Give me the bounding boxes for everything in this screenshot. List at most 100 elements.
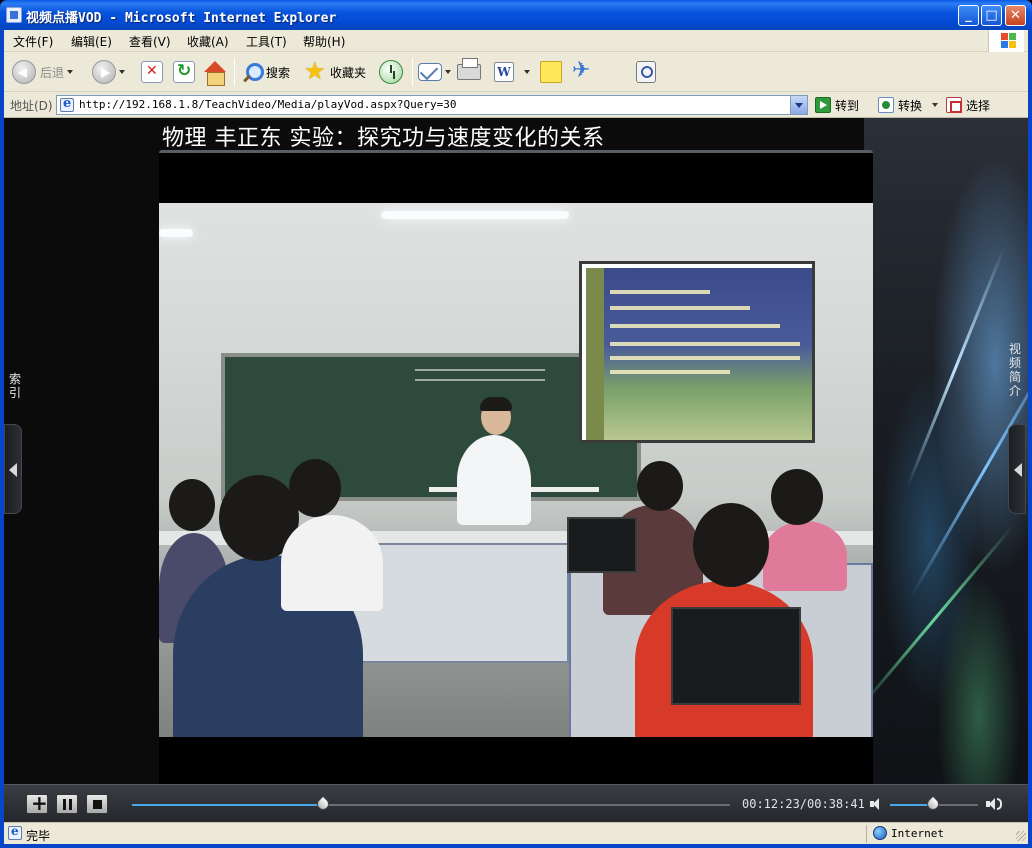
address-label: 地址(D) [10, 99, 53, 113]
search-button[interactable]: 搜索 [240, 58, 290, 86]
history-icon [379, 60, 403, 84]
edit-button[interactable]: W [494, 58, 530, 86]
bird-icon [572, 58, 596, 84]
address-url[interactable]: http://192.168.1.8/TeachVideo/Media/play… [79, 98, 457, 111]
research-icon [636, 61, 656, 83]
search-icon [240, 61, 264, 83]
address-input[interactable]: http://192.168.1.8/TeachVideo/Media/play… [56, 95, 808, 115]
convert-dropdown-icon[interactable] [932, 103, 939, 107]
seek-bar[interactable] [132, 795, 730, 813]
mute-speaker-icon[interactable] [870, 797, 884, 811]
word-edit-icon: W [494, 62, 514, 82]
video-title: 物理 丰正东 实验：探究功与速度变化的关系 [162, 126, 605, 151]
notes-button[interactable] [540, 58, 562, 86]
favorites-star-icon [304, 57, 326, 85]
status-text: 完毕 [26, 829, 51, 843]
favorites-button[interactable]: 收藏夹 [304, 57, 367, 86]
printer-icon [457, 58, 481, 80]
menu-help[interactable]: 帮助(H) [303, 33, 345, 50]
mail-dropdown-icon[interactable] [445, 70, 451, 74]
address-bar: 地址(D) http://192.168.1.8/TeachVideo/Medi… [4, 92, 1028, 118]
forward-arrow-icon [92, 60, 116, 84]
volume-max-icon[interactable] [986, 797, 1002, 811]
menu-file[interactable]: 文件(F) [13, 33, 53, 50]
maximize-button[interactable]: □ [981, 5, 1002, 26]
index-tab[interactable] [4, 424, 22, 514]
back-arrow-icon [12, 60, 36, 84]
sticky-note-icon [540, 61, 562, 83]
resize-grip-icon[interactable] [1016, 831, 1026, 841]
select-button[interactable]: 选择 [946, 96, 990, 114]
menu-edit[interactable]: 编辑(E) [71, 33, 112, 50]
index-tab-label: 索引 [8, 372, 21, 400]
stop-icon [141, 61, 163, 83]
chevron-left-icon [9, 463, 17, 477]
time-display: 00:12:23/00:38:41 [742, 797, 865, 811]
ie-page-icon [60, 96, 74, 112]
add-button[interactable] [26, 791, 48, 815]
back-dropdown-icon[interactable] [67, 70, 74, 74]
video-player[interactable] [159, 150, 873, 784]
forward-dropdown-icon[interactable] [119, 70, 125, 74]
status-bar: 完毕 Internet [4, 822, 1028, 844]
address-dropdown-icon[interactable] [790, 96, 807, 114]
page-content: 物理 丰正东 实验：探究功与速度变化的关系 索引 视频简介 + 00:12:23… [4, 118, 1028, 822]
toolbar-separator [412, 58, 413, 86]
security-zone: Internet [866, 825, 1024, 843]
seek-progress [132, 804, 324, 806]
favorites-label: 收藏夹 [330, 65, 367, 80]
window-frame-right [1028, 30, 1032, 848]
globe-icon [873, 826, 887, 840]
back-button[interactable]: 后退 [12, 58, 74, 86]
ie-page-icon [6, 7, 22, 23]
messenger-button[interactable] [572, 58, 596, 86]
chevron-left-icon [1014, 463, 1022, 477]
volume-slider[interactable] [890, 795, 978, 813]
stop-button[interactable] [141, 58, 163, 86]
select-icon [946, 97, 962, 113]
projector-screen [579, 261, 815, 443]
go-button[interactable]: 转到 [815, 96, 859, 114]
refresh-button[interactable] [173, 58, 195, 86]
convert-label: 转换 [898, 98, 923, 113]
go-arrow-icon [815, 97, 831, 113]
select-label: 选择 [966, 98, 991, 113]
menu-view[interactable]: 查看(V) [129, 33, 171, 50]
minimize-button[interactable]: _ [958, 5, 979, 26]
stop-playback-button[interactable] [86, 794, 108, 814]
convert-icon [878, 97, 894, 113]
video-frame[interactable] [159, 203, 873, 737]
close-button[interactable]: ✕ [1005, 5, 1026, 26]
standard-toolbar: 后退 搜索 收藏夹 W [4, 52, 1028, 92]
history-button[interactable] [379, 58, 403, 86]
player-control-bar: 00:12:23/00:38:41 [4, 784, 1028, 822]
window-frame-bottom [0, 844, 1032, 848]
intro-tab[interactable] [1008, 424, 1026, 514]
convert-button[interactable]: 转换 [878, 96, 939, 114]
search-label: 搜索 [266, 65, 291, 80]
intro-tab-label: 视频简介 [1008, 342, 1021, 398]
menu-tools[interactable]: 工具(T) [246, 33, 287, 50]
title-bar: 视频点播VOD - Microsoft Internet Explorer _ … [0, 0, 1032, 30]
mail-button[interactable] [418, 58, 451, 86]
pause-button[interactable] [56, 794, 78, 814]
refresh-icon [173, 61, 195, 83]
menu-bar: 文件(F) 编辑(E) 查看(V) 收藏(A) 工具(T) 帮助(H) [4, 30, 1028, 52]
print-button[interactable] [457, 58, 481, 86]
blackboard [221, 353, 641, 501]
research-button[interactable] [636, 58, 656, 86]
volume-thumb[interactable] [924, 795, 942, 813]
home-button[interactable] [203, 58, 226, 86]
home-icon [203, 61, 226, 86]
windows-logo-icon [988, 30, 1024, 52]
menu-favorites[interactable]: 收藏(A) [187, 33, 229, 50]
go-label: 转到 [835, 98, 860, 113]
edit-dropdown-icon[interactable] [524, 70, 530, 74]
mail-icon [418, 63, 442, 81]
forward-button[interactable] [92, 58, 125, 86]
aurora-background [857, 118, 1028, 822]
back-label: 后退 [40, 65, 65, 80]
seek-thumb[interactable] [314, 795, 332, 813]
zone-label: Internet [891, 827, 944, 840]
window-title: 视频点播VOD - Microsoft Internet Explorer [26, 11, 337, 26]
